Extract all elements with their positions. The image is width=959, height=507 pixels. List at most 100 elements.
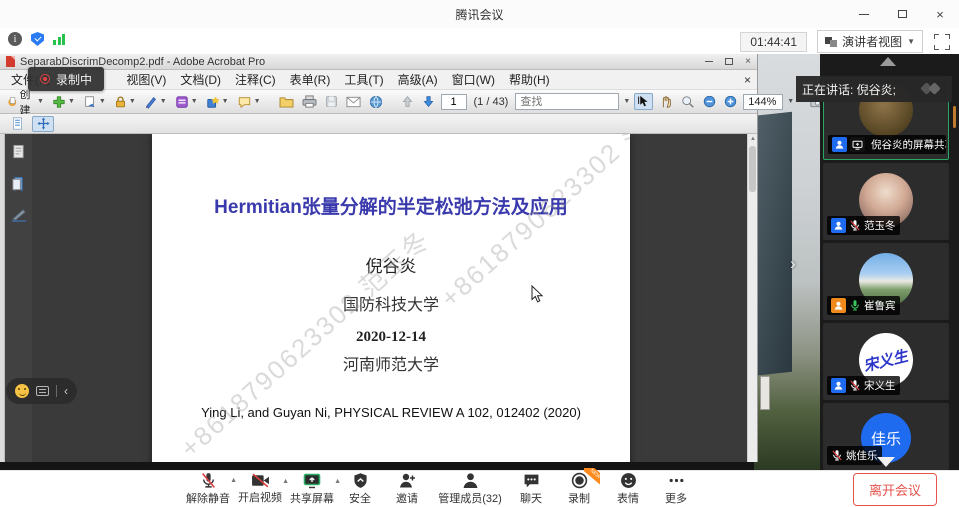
menu-view[interactable]: 视图(V) [119,71,173,88]
maximize-button[interactable] [893,5,911,23]
sign-button[interactable]: ▼ [142,94,169,110]
green-plus-icon [52,95,66,109]
sidebar-expand-handle[interactable]: › [790,254,796,274]
fit-page-button[interactable] [32,116,54,132]
collapse-left-icon[interactable]: ‹ [64,384,68,398]
save-button[interactable] [323,94,340,109]
leave-meeting-button[interactable]: 离开会议 [853,473,937,506]
participant-tile[interactable]: 范玉冬 [823,163,949,240]
document-scrollbar[interactable]: ▲ [747,134,757,462]
zoom-level-select[interactable]: 144% [743,94,783,110]
printer-icon [302,95,317,108]
meeting-logo-icon [920,82,946,96]
new-badge: NEW [584,468,600,484]
bookmarks-icon[interactable] [11,176,26,192]
emoji-icon[interactable] [15,384,29,398]
security-shield-icon[interactable] [31,32,44,46]
slide-date: 2020-12-14 [152,329,630,346]
participant-name: 崔鲁宾 [864,298,896,313]
menu-comments[interactable]: 注释(C) [228,71,283,88]
page-count: (1 / 43) [474,96,509,108]
slide-venue: 河南师范大学 [152,351,630,375]
email-button[interactable] [344,95,363,109]
document-view[interactable]: Hermitian张量分解的半定松弛方法及应用 倪谷炎 国防科技大学 2020-… [32,134,747,462]
find-dropdown-icon[interactable]: ▼ [623,98,630,105]
hand-tool-button[interactable] [657,94,675,110]
record-button[interactable]: 录制 NEW [554,472,604,506]
fullscreen-button[interactable] [933,33,951,51]
menu-document[interactable]: 文档(D) [173,71,228,88]
chat-button[interactable]: 聊天 [508,473,554,506]
sidebar-scroll-down-arrow[interactable] [877,457,895,467]
open-file-button[interactable] [277,94,296,109]
comment-button[interactable]: ▼ [235,94,263,110]
acrobat-minimize-button[interactable] [705,61,713,62]
unmute-button[interactable]: 解除静音 ▲ [182,472,234,506]
menu-advanced[interactable]: 高级(A) [391,71,445,88]
export-button[interactable]: ▼ [81,94,108,110]
next-page-button[interactable] [420,94,437,109]
combine-button[interactable]: ▼ [204,94,231,110]
share-screen-icon [303,473,321,489]
chevron-down-icon: ▼ [254,98,261,105]
page-thumbnails-icon[interactable] [11,144,26,160]
signatures-icon[interactable] [11,208,27,222]
close-button[interactable]: × [931,5,949,23]
invite-button[interactable]: 邀请 [382,472,432,506]
zoom-dropdown-icon[interactable]: ▼ [787,98,794,105]
participant-tile[interactable]: 宋义生 宋义生 [823,323,949,400]
speaking-banner-text: 正在讲话: 倪谷炎; [802,81,896,98]
view-mode-button[interactable]: 演讲者视图 ▼ [817,30,923,53]
meeting-title: 腾讯会议 [455,6,503,23]
participant-tile[interactable]: 崔鲁宾 [823,243,949,320]
menu-tools[interactable]: 工具(T) [337,71,390,88]
more-dots-icon [668,472,685,489]
recording-indicator: 录制中 [28,67,104,91]
sidebar-collapse-arrow[interactable] [880,57,896,66]
meeting-info-icon[interactable]: i [8,32,22,46]
network-signal-icon[interactable] [53,33,65,45]
manage-members-button[interactable]: 管理成员(32) [432,472,508,506]
zoom-out-button[interactable] [701,94,718,109]
message-icon[interactable] [36,386,49,396]
save-disk-icon [325,95,338,108]
minimize-button[interactable] [855,5,873,23]
page-number-input[interactable] [441,94,467,110]
security-button[interactable]: 安全 [338,472,382,506]
chevron-down-icon: ▼ [160,98,167,105]
secure-button[interactable]: ▼ [112,94,138,110]
chevron-down-icon: ▼ [37,98,44,105]
document-close-icon[interactable]: × [744,73,751,87]
acrobat-close-button[interactable]: × [745,56,751,67]
slide-author: 倪谷炎 [152,252,630,277]
scrollbar-thumb[interactable] [749,146,756,192]
menu-window[interactable]: 窗口(W) [445,71,502,88]
mouse-cursor [531,285,544,304]
meeting-main-area: › SeparabDiscrimDecomp2.pdf - Adobe Acro… [0,54,959,470]
menu-forms[interactable]: 表单(R) [283,71,338,88]
previous-page-button[interactable] [399,94,416,109]
zoom-marquee-button[interactable] [679,94,697,110]
tencent-meeting-window: 腾讯会议 × i 01:44:41 演讲者视图 ▼ [0,0,959,507]
add-content-button[interactable]: ▼ [50,94,77,110]
acrobat-maximize-button[interactable] [725,58,733,65]
slide-citation: Ying Li, and Guyan Ni, PHYSICAL REVIEW A… [152,405,630,420]
scroll-up-icon[interactable]: ▲ [750,136,756,142]
participant-name: 范玉冬 [864,218,896,233]
web-button[interactable] [367,94,385,110]
start-video-button[interactable]: 开启视频 ▲ [234,473,286,505]
find-input[interactable] [515,93,619,110]
print-button[interactable] [300,94,319,109]
sidebar-scrollbar[interactable] [953,106,956,128]
forms-button[interactable]: ▼ [173,94,200,110]
more-button[interactable]: 更多 [652,472,700,506]
quick-reaction-bar: ‹ [6,378,77,404]
acrobat-menubar: 文件(F) 视图(V) 文档(D) 注释(C) 表单(R) 工具(T) 高级(A… [0,70,757,90]
zoom-in-button[interactable] [722,94,739,109]
share-screen-button[interactable]: 共享屏幕 ▲ [286,473,338,506]
globe-icon [369,95,383,109]
select-tool-button[interactable] [634,93,653,110]
scrolling-mode-button[interactable] [6,116,28,132]
emoji-button[interactable]: 表情 [604,472,652,506]
menu-help[interactable]: 帮助(H) [502,71,557,88]
